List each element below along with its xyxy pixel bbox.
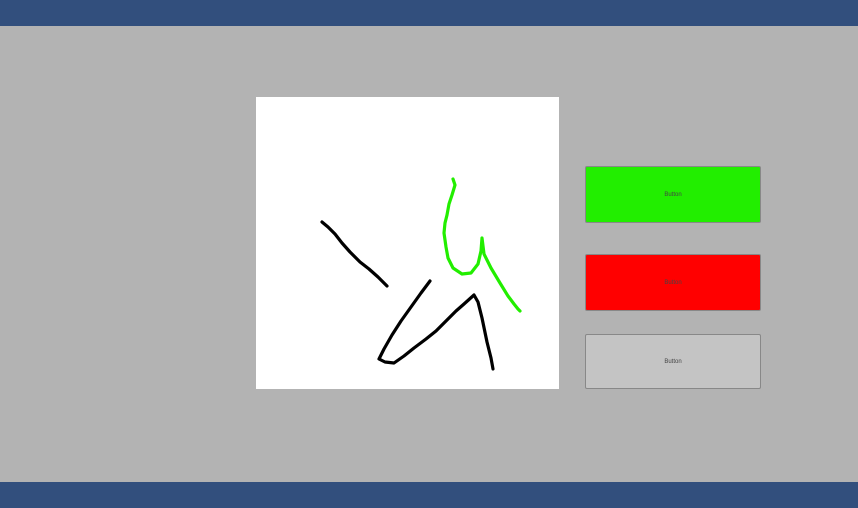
black-stroke-2 [377, 279, 495, 371]
drawing-canvas[interactable] [256, 97, 559, 389]
red-button[interactable]: Button [585, 254, 761, 311]
black-stroke-1 [320, 220, 389, 288]
red-button-label: Button [664, 279, 682, 286]
gray-button-label: Button [664, 358, 682, 365]
gray-button[interactable]: Button [585, 334, 761, 389]
green-stroke-1 [442, 177, 522, 313]
bottom-bar [0, 482, 858, 508]
green-button-label: Button [664, 191, 682, 198]
drawing-surface[interactable] [256, 97, 559, 389]
green-button[interactable]: Button [585, 166, 761, 223]
top-bar [0, 0, 858, 26]
